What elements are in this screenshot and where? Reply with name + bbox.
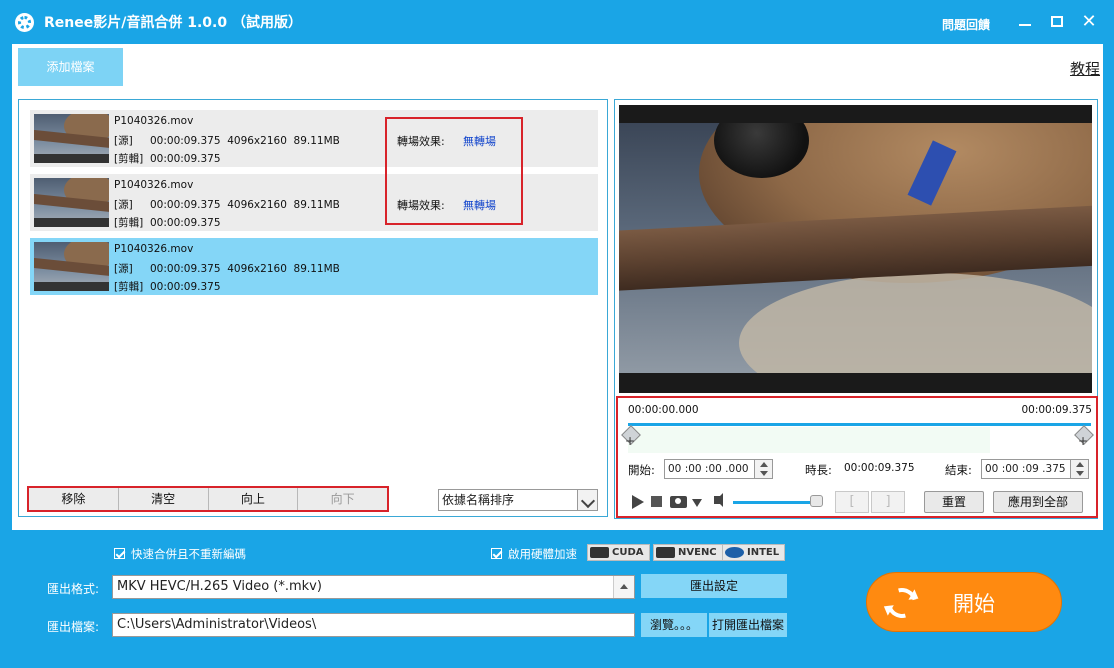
file-list-item-selected[interactable]: P1040326.mov [源] 00:00:09.375 4096x2160 8… [30,238,598,295]
sort-select[interactable]: 依據名稱排序 [438,489,598,511]
set-end-marker-button[interactable]: ] [871,491,905,513]
end-label: 結束: [945,463,972,477]
play-icon[interactable] [632,495,644,509]
start-time-value: 00 :00 :00 .000 [668,463,749,475]
start-time-input[interactable]: 00 :00 :00 .000 [664,459,773,479]
app-title: Renee影片/音訊合併 1.0.0 （試用版） [44,15,302,31]
chevron-up-icon[interactable] [613,576,634,598]
nvenc-badge: NVENC [653,544,723,561]
camera-icon[interactable] [670,496,687,508]
duration-label: 時長: [805,463,832,477]
video-preview [619,105,1092,393]
nvidia-icon [656,547,675,558]
trim-controls: 00:00:00.000 00:00:09.375 開始: 00 :00 :00… [616,396,1098,518]
end-time-input[interactable]: 00 :00 :09 .375 [981,459,1089,479]
checkbox-icon [114,548,125,559]
intel-badge: INTEL [722,544,786,561]
output-path-input[interactable]: C:\Users\Administrator\Videos\ [112,613,635,637]
nvidia-icon [590,547,609,558]
stop-icon[interactable] [651,496,662,507]
transition-highlight-box [385,117,523,225]
minimize-icon[interactable] [1013,10,1037,34]
file-cut-info: [剪輯] 00:00:09.375 [114,217,221,229]
tutorial-link[interactable]: 教程 [1070,58,1100,79]
chevron-down-icon[interactable] [577,490,597,510]
open-folder-button[interactable]: 打開匯出檔案 [709,613,787,637]
move-up-button[interactable]: 向上 [208,488,299,510]
video-thumbnail [34,178,109,227]
output-label: 匯出檔案: [47,620,100,634]
end-time-value: 00 :00 :09 .375 [985,463,1066,475]
file-cut-info: [剪輯] 00:00:09.375 [114,153,221,165]
apply-to-all-button[interactable]: 應用到全部 [993,491,1083,513]
start-time-stepper[interactable] [754,460,772,478]
file-source-info: [源] 00:00:09.375 4096x2160 89.11MB [114,263,340,275]
preview-panel: 00:00:00.000 00:00:09.375 開始: 00 :00 :00… [614,99,1098,519]
browse-button[interactable]: 瀏覽。。。 [641,613,707,637]
duration-value: 00:00:09.375 [844,462,915,474]
fast-merge-label: 快速合併且不重新編碼 [131,547,246,561]
close-icon[interactable]: ✕ [1077,10,1101,34]
reset-button[interactable]: 重置 [924,491,984,513]
volume-icon[interactable] [714,493,723,507]
fast-merge-checkbox[interactable]: 快速合併且不重新編碼 [114,546,246,562]
export-settings-button[interactable]: 匯出設定 [641,574,787,598]
hw-accel-label: 啟用硬體加速 [508,547,577,561]
refresh-icon [881,582,923,624]
cuda-badge: CUDA [587,544,650,561]
remove-button[interactable]: 移除 [29,488,119,510]
start-button-label: 開始 [953,592,995,616]
start-button[interactable]: 開始 [866,572,1062,632]
title-bar: Renee影片/音訊合併 1.0.0 （試用版） 問題回饋 ✕ [0,0,1114,44]
move-down-button[interactable]: 向下 [298,488,387,510]
file-source-info: [源] 00:00:09.375 4096x2160 89.11MB [114,135,340,147]
format-select[interactable]: MKV HEVC/H.265 Video (*.mkv) [112,575,635,599]
video-thumbnail [34,242,109,291]
maximize-icon[interactable] [1045,10,1069,34]
video-thumbnail [34,114,109,163]
start-label: 開始: [628,463,655,477]
file-source-info: [源] 00:00:09.375 4096x2160 89.11MB [114,199,340,211]
clear-button[interactable]: 清空 [118,488,209,510]
file-cut-info: [剪輯] 00:00:09.375 [114,281,221,293]
file-list-panel: P1040326.mov [源] 00:00:09.375 4096x2160 8… [18,99,608,517]
add-file-button[interactable]: 添加檔案 [18,48,123,86]
sort-select-value: 依據名稱排序 [442,493,515,507]
checkbox-icon [491,548,502,559]
trim-range [628,427,990,453]
intel-icon [725,547,744,558]
end-time-stepper[interactable] [1070,460,1088,478]
list-action-buttons: 移除 清空 向上 向下 [27,486,389,512]
film-reel-icon [15,13,34,32]
main-panel: 添加檔案 教程 P1040326.mov [源] 00:00:09.375 409… [12,44,1103,530]
dropdown-arrow-icon[interactable] [692,499,702,507]
trim-start-handle[interactable] [623,428,637,448]
set-start-marker-button[interactable]: [ [835,491,869,513]
file-name: P1040326.mov [114,179,194,191]
volume-slider-handle[interactable] [810,495,823,507]
volume-slider[interactable] [733,501,819,504]
timeline-track[interactable] [628,423,1091,426]
timeline-end-time: 00:00:09.375 [1021,404,1092,416]
format-label: 匯出格式: [47,582,100,596]
hw-accel-checkbox[interactable]: 啟用硬體加速 [491,546,577,562]
timeline-start-time: 00:00:00.000 [628,404,699,416]
trim-end-handle[interactable] [1076,428,1090,448]
file-name: P1040326.mov [114,243,194,255]
feedback-link[interactable]: 問題回饋 [942,16,990,33]
file-name: P1040326.mov [114,115,194,127]
format-select-value: MKV HEVC/H.265 Video (*.mkv) [117,579,322,594]
